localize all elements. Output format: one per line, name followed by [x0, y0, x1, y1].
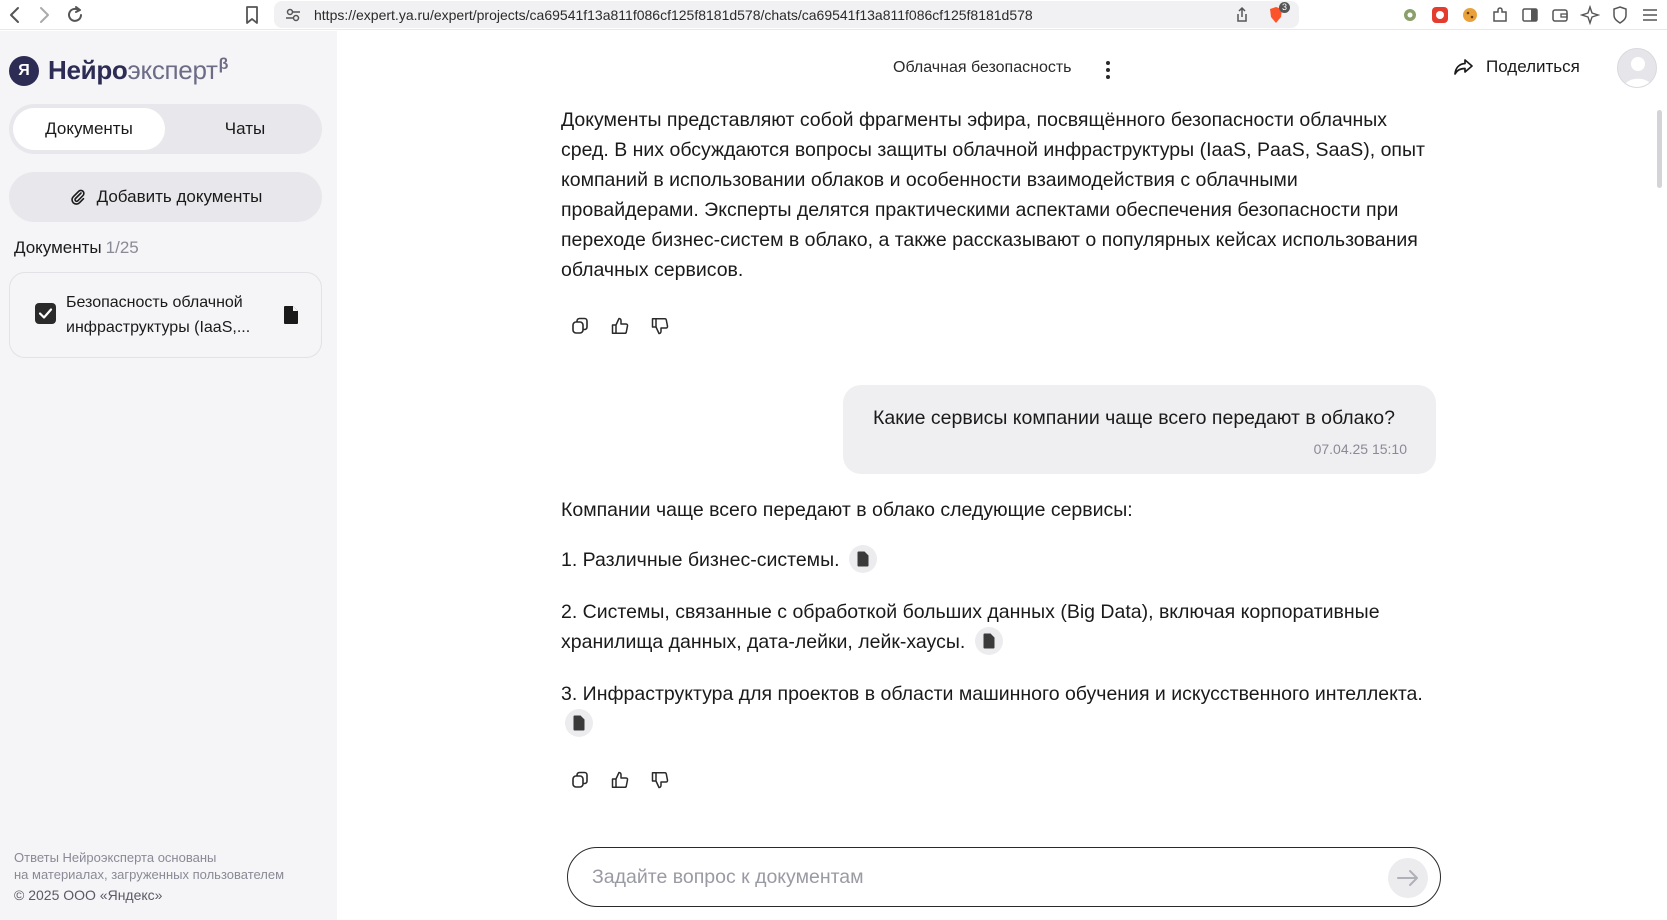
address-bar[interactable]: https://expert.ya.ru/expert/projects/ca6… — [274, 1, 1299, 28]
documents-heading-label: Документы — [14, 238, 102, 257]
copyright: © 2025 ООО «Яндекс» — [14, 887, 163, 903]
documents-heading: Документы 1/25 — [14, 238, 139, 258]
extension-gear-icon[interactable] — [1400, 5, 1420, 25]
wallet-icon[interactable] — [1550, 5, 1570, 25]
extension-cookie-icon[interactable] — [1460, 5, 1480, 25]
add-documents-button[interactable]: Добавить документы — [9, 172, 322, 222]
sidebar-tabs: Документы Чаты — [9, 104, 322, 154]
message-actions — [570, 770, 670, 790]
add-documents-label: Добавить документы — [96, 187, 263, 206]
copy-icon[interactable] — [570, 770, 590, 790]
browser-menu-icon[interactable] — [1640, 5, 1660, 25]
answer-item: 2. Системы, связанные с обработкой больш… — [561, 597, 1431, 657]
disclaimer-line-1: Ответы Нейроэксперта основаны — [14, 850, 217, 865]
answer-item: 3. Инфраструктура для проектов в области… — [561, 679, 1431, 739]
tab-chats[interactable]: Чаты — [169, 108, 321, 150]
user-message: Какие сервисы компании чаще всего переда… — [843, 385, 1436, 474]
logo-text: Нейроэкспертβ — [48, 55, 228, 86]
message-actions — [570, 316, 670, 336]
forward-icon[interactable] — [33, 4, 55, 26]
send-button[interactable] — [1388, 858, 1428, 898]
tab-documents[interactable]: Документы — [13, 108, 165, 150]
bookmark-icon[interactable] — [241, 4, 263, 26]
copy-icon[interactable] — [570, 316, 590, 336]
avatar[interactable] — [1617, 48, 1657, 88]
thumbs-down-icon[interactable] — [650, 316, 670, 336]
extension-red-icon[interactable] — [1430, 5, 1450, 25]
user-message-text: Какие сервисы компании чаще всего переда… — [873, 407, 1395, 429]
checkmark-icon — [38, 308, 53, 319]
leo-ai-icon[interactable] — [1580, 5, 1600, 25]
question-composer — [567, 847, 1441, 907]
answer-item-text: 1. Различные бизнес-системы. — [561, 549, 840, 571]
answer-item-text: 2. Системы, связанные с обработкой больш… — [561, 601, 1380, 653]
vpn-shield-icon[interactable] — [1610, 5, 1630, 25]
user-message-time: 07.04.25 15:10 — [1313, 441, 1407, 457]
document-checkbox[interactable] — [35, 303, 56, 324]
share-arrow-icon — [1454, 59, 1473, 75]
document-title: Безопасность облачной инфраструктуры (Ia… — [66, 294, 251, 336]
source-citation-button[interactable] — [974, 626, 1003, 655]
document-file-icon — [857, 551, 869, 567]
chat-scrollbar[interactable] — [1657, 110, 1662, 188]
answer-intro: Компании чаще всего передают в облако сл… — [561, 499, 1133, 521]
question-input[interactable] — [592, 862, 1352, 892]
thumbs-down-icon[interactable] — [650, 770, 670, 790]
user-avatar-icon — [1624, 57, 1652, 87]
document-file-icon — [573, 715, 585, 731]
logo-beta: β — [218, 56, 229, 74]
logo-part1: Нейро — [48, 55, 128, 85]
sidebar: Я Нейроэкспертβ Документы Чаты Добавить … — [0, 31, 337, 920]
source-citation-button[interactable] — [565, 708, 593, 737]
thumbs-up-icon[interactable] — [610, 316, 630, 336]
yandex-logo-icon: Я — [9, 55, 39, 86]
disclaimer-line-2: на материалах, загруженных пользователем — [14, 867, 285, 882]
brave-badge: 3 — [1279, 2, 1291, 13]
answer-item: 1. Различные бизнес-системы. — [561, 544, 1431, 575]
answer-item-text: 3. Инфраструктура для проектов в области… — [561, 683, 1423, 705]
share-label: Поделиться — [1486, 57, 1580, 76]
sidebar-disclaimer: Ответы Нейроэксперта основаны на материа… — [14, 849, 284, 883]
arrow-right-icon — [1397, 870, 1418, 886]
source-citation-button[interactable] — [848, 544, 877, 573]
share-page-icon[interactable] — [1233, 6, 1251, 24]
logo[interactable]: Я Нейроэкспертβ — [9, 55, 228, 86]
site-settings-icon[interactable] — [284, 6, 302, 24]
assistant-message-summary: Документы представляют собой фрагменты э… — [561, 109, 1425, 281]
documents-count: 1/25 — [105, 238, 139, 257]
document-item[interactable]: Безопасность облачной инфраструктуры (Ia… — [9, 272, 322, 358]
document-file-icon — [983, 633, 995, 649]
document-file-icon[interactable] — [283, 305, 299, 325]
back-icon[interactable] — [4, 4, 26, 26]
paperclip-icon — [70, 189, 85, 205]
browser-toolbar: https://expert.ya.ru/expert/projects/ca6… — [0, 0, 1667, 30]
thumbs-up-icon[interactable] — [610, 770, 630, 790]
chat-more-icon[interactable] — [1101, 58, 1115, 82]
extensions-puzzle-icon[interactable] — [1490, 5, 1510, 25]
sidebar-toggle-icon[interactable] — [1520, 5, 1540, 25]
chat-title[interactable]: Облачная безопасность — [893, 59, 1072, 77]
logo-part2: эксперт — [127, 55, 218, 85]
url-text: https://expert.ya.ru/expert/projects/ca6… — [314, 7, 1033, 23]
reload-icon[interactable] — [64, 4, 86, 26]
share-button[interactable]: Поделиться — [1452, 56, 1580, 78]
